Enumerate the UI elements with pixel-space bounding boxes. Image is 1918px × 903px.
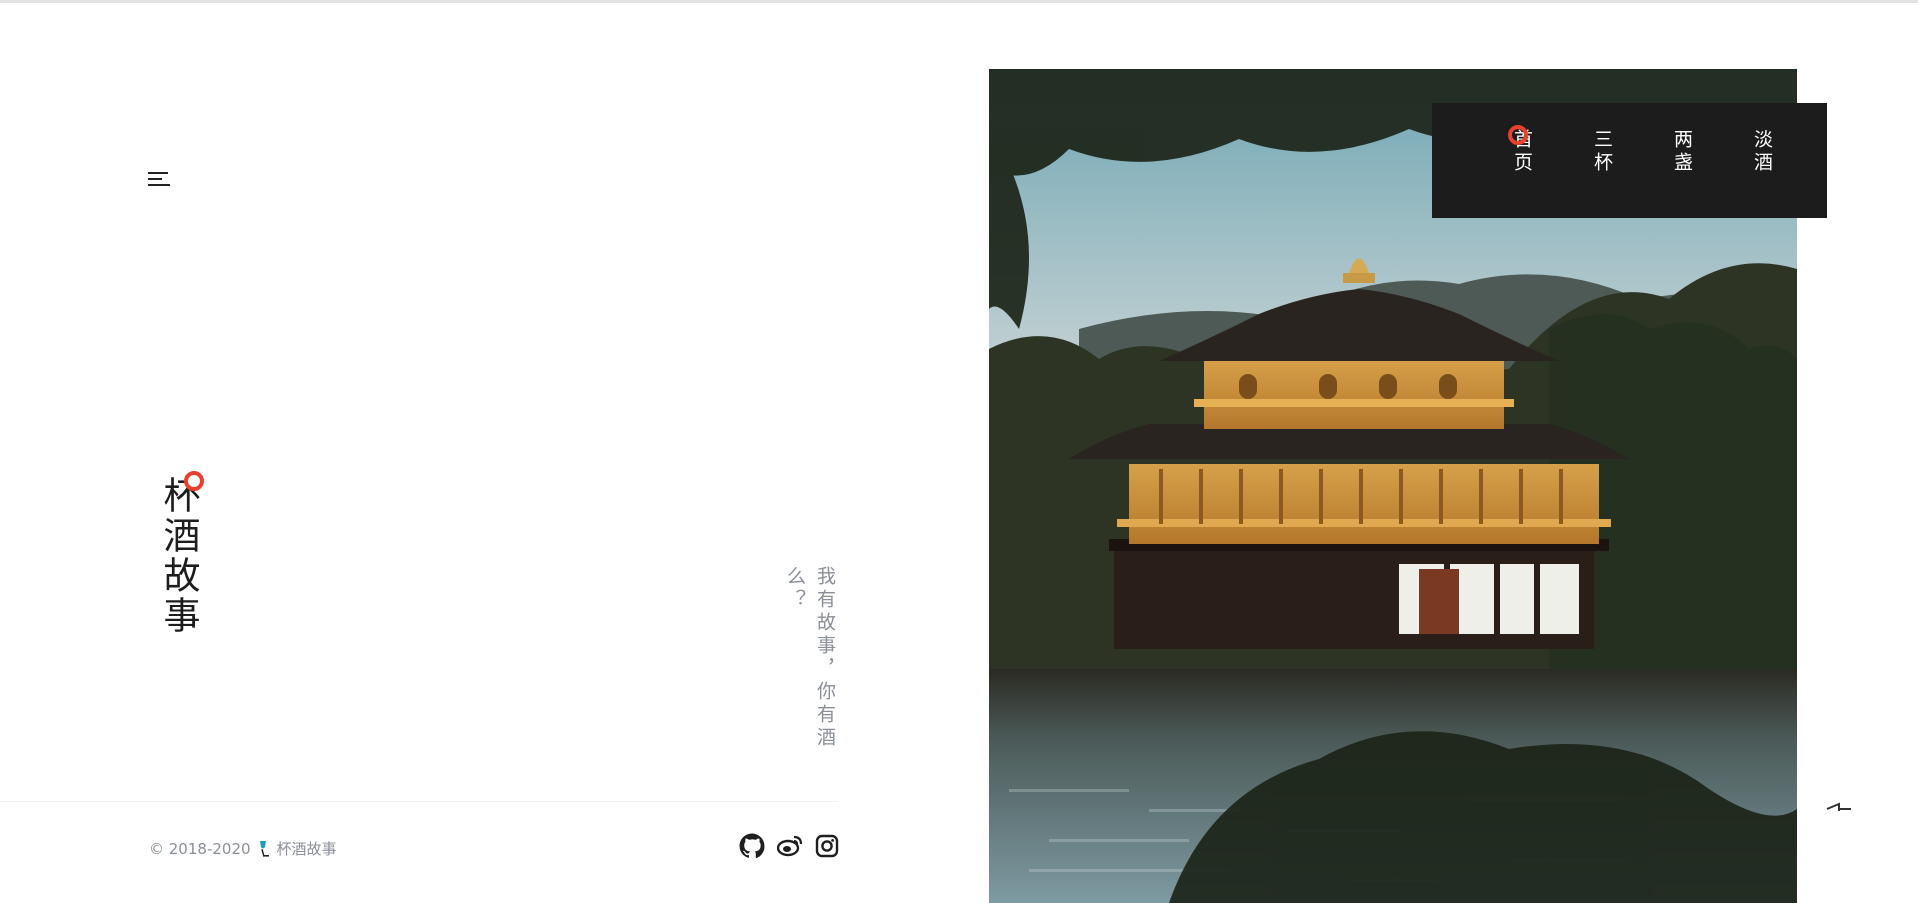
footer-divider [0, 801, 838, 802]
nav-item-liangzhan[interactable]: 两盏 [1666, 129, 1696, 175]
wine-glass-icon [259, 840, 269, 857]
logo-text: 杯酒故事 [157, 476, 200, 636]
copyright: © 2018-2020 杯酒故事 [149, 838, 337, 859]
page-arrow-icon[interactable] [1825, 798, 1853, 817]
copyright-name: 杯酒故事 [276, 840, 337, 858]
instagram-icon[interactable] [813, 832, 841, 860]
github-icon[interactable] [738, 832, 766, 860]
tagline: 我有故事，你有酒么？ [784, 566, 836, 750]
site-logo[interactable]: 杯酒故事 [156, 471, 204, 636]
nav-item-danjiu[interactable]: 淡酒 [1746, 129, 1776, 175]
nav-item-sanbei[interactable]: 三杯 [1586, 129, 1616, 175]
logo-accent-dot [184, 471, 204, 491]
nav-active-dot [1508, 125, 1528, 145]
weibo-icon[interactable] [776, 832, 804, 860]
copyright-years: © 2018-2020 [149, 839, 251, 858]
menu-icon[interactable] [148, 170, 172, 190]
top-border [0, 0, 1918, 3]
main-nav: 首页 三杯 两盏 淡酒 [1432, 103, 1827, 218]
